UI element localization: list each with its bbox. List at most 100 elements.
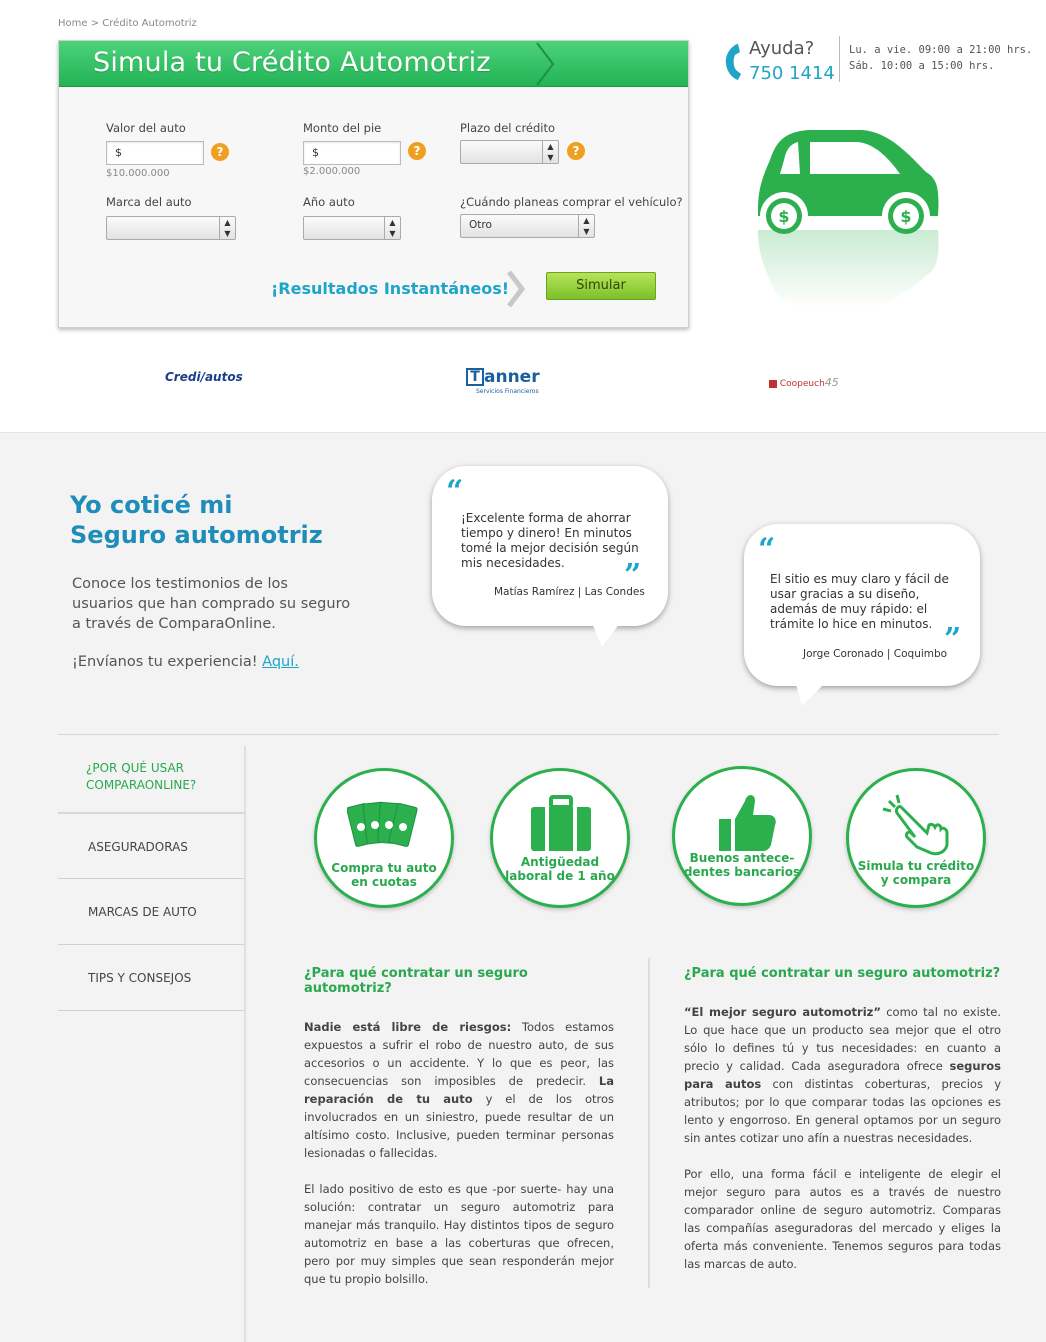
breadcrumb-home-link[interactable]: Home <box>58 18 88 29</box>
article-paragraph: Nadie está libre de riesgos: Todos estam… <box>304 1018 614 1162</box>
help-contact: Ayuda? 750 1414 Lu. a vie. 09:00 a 21:00… <box>723 36 1032 96</box>
feature-label-line1: Compra tu auto <box>331 861 437 875</box>
valor-label: Valor del auto <box>106 121 186 135</box>
sidebar-item-marcas[interactable]: MARCAS DE AUTO <box>58 878 244 944</box>
pie-hint: $2.000.000 <box>303 166 361 177</box>
article-heading: ¿Para qué contratar un seguro automotriz… <box>684 966 1001 981</box>
pie-label: Monto del pie <box>303 121 382 135</box>
feature-circle-simulate: Simula tu crédito y compara <box>846 768 986 908</box>
article-paragraph: El lado positivo de esto es que -por sue… <box>304 1182 614 1286</box>
anio-select[interactable]: ▲ ▼ <box>303 216 401 240</box>
tanner-logo[interactable]: Tanner Servicios Financieros <box>466 367 540 395</box>
feature-circle-bank-history: Buenos antece- dentes bancarios <box>672 766 812 906</box>
feature-label-line2: en cuotas <box>351 875 417 889</box>
coopeuch-mark-icon <box>769 379 777 388</box>
quote-open-icon: “ <box>758 532 776 567</box>
column-separator <box>648 958 650 1288</box>
coopeuch-logo[interactable]: Coopeuch45 <box>769 376 839 389</box>
sidebar-heading-line1: ¿POR QUÉ USAR <box>86 761 184 775</box>
testimonial-author: Matías Ramírez | Las Condes <box>494 586 645 598</box>
coopeuch-logo-text: Coopeuch <box>779 379 825 389</box>
feature-circle-installments: Compra tu auto en cuotas <box>314 768 454 908</box>
testimonial-bubble-2: “ El sitio es muy claro y fácil de usar … <box>744 524 980 686</box>
thumbs-up-icon <box>719 795 776 851</box>
testimonials-title-line2: Seguro automotriz <box>70 521 323 549</box>
bubble-tail <box>796 684 824 706</box>
feature-label-line1: Antigüedad <box>520 855 600 869</box>
sidebar-item-aseguradoras[interactable]: ASEGURADORAS <box>58 812 244 878</box>
svg-text:$: $ <box>778 207 789 226</box>
valor-help-icon[interactable]: ? <box>211 143 229 161</box>
testimonial-bubble-1: “ ¡Excelente forma de ahorrar tiempo y d… <box>432 466 668 626</box>
article-paragraph: “El mejor seguro automotriz” como tal no… <box>684 1003 1001 1147</box>
valor-hint: $10.000.000 <box>106 168 170 179</box>
cuando-label: ¿Cuándo planeas comprar el vehículo? <box>460 195 683 209</box>
instant-results-text: ¡Resultados Instantáneos! <box>271 279 510 298</box>
tanner-logo-subtitle: Servicios Financieros <box>476 388 539 395</box>
testimonial-text: ¡Excelente forma de ahorrar tiempo y din… <box>461 511 639 570</box>
sidebar-heading-line2: COMPARAONLINE? <box>86 778 197 792</box>
chevron-updown-icon: ▲ ▼ <box>542 141 558 163</box>
feature-label: Simula tu crédito y compara <box>849 859 983 887</box>
article-left: ¿Para qué contratar un seguro automotriz… <box>304 966 614 1288</box>
crediautos-logo[interactable]: Credi/autos <box>165 370 243 384</box>
header-arrow-icon <box>536 42 555 86</box>
top-section: Home > Crédito Automotriz Simula tu Créd… <box>0 0 1046 433</box>
plazo-label: Plazo del crédito <box>460 121 556 135</box>
feature-label-line2: dentes bancarios <box>683 865 801 879</box>
chevron-updown-icon: ▲ ▼ <box>384 217 400 239</box>
testimonial-text: El sitio es muy claro y fácil de usar gr… <box>770 572 949 631</box>
chevron-updown-icon: ▲ ▼ <box>578 215 594 237</box>
briefcase-icon <box>531 795 591 851</box>
svg-text:$: $ <box>900 207 911 226</box>
simulator-header: Simula tu Crédito Automotriz <box>59 41 688 87</box>
simulator-title: Simula tu Crédito Automotriz <box>93 47 491 78</box>
help-separator <box>839 36 840 82</box>
credit-simulator: Simula tu Crédito Automotriz Valor del a… <box>58 40 689 328</box>
feature-label: Compra tu auto en cuotas <box>317 861 451 889</box>
breadcrumb-separator: > <box>90 18 100 29</box>
help-title: Ayuda? <box>749 38 815 59</box>
help-phone-number[interactable]: 750 1414 <box>749 63 835 84</box>
testimonial-author: Jorge Coronado | Coquimbo <box>803 648 948 660</box>
sidebar-item-tips[interactable]: TIPS Y CONSEJOS <box>58 944 244 1010</box>
feature-label: Buenos antece- dentes bancarios <box>675 851 809 879</box>
pie-help-icon[interactable]: ? <box>408 142 426 160</box>
testimonials-title: Yo coticé mi Seguro automotriz <box>70 490 323 550</box>
anio-label: Año auto <box>303 195 355 209</box>
breadcrumb: Home > Crédito Automotriz <box>58 18 197 29</box>
crediautos-logo-text: Credi/autos <box>165 370 243 384</box>
testimonials-description: Conoce los testimonios de los usuarios q… <box>72 576 351 632</box>
marca-select[interactable]: ▲ ▼ <box>106 216 236 240</box>
article-right: ¿Para qué contratar un seguro automotriz… <box>684 966 1001 1273</box>
cuando-selected-value: Otro <box>469 219 492 231</box>
article-bold: Nadie está libre de riesgos: <box>304 1020 512 1034</box>
valor-input[interactable]: $ <box>106 141 204 165</box>
feature-label-line2: y compara <box>880 873 952 887</box>
quote-open-icon: “ <box>446 474 464 509</box>
cuando-select[interactable]: Otro ▲ ▼ <box>460 214 595 238</box>
plazo-select[interactable]: ▲ ▼ <box>460 140 559 164</box>
sidebar-bottom-border <box>58 1010 244 1011</box>
article-paragraph: Por ello, una forma fácil e inteligente … <box>684 1167 1001 1271</box>
simulate-button[interactable]: Simular <box>546 272 656 300</box>
breadcrumb-current: Crédito Automotriz <box>102 18 197 29</box>
pointer-hand-icon <box>882 794 949 856</box>
chevron-right-icon <box>507 270 526 308</box>
help-hours: Lu. a vie. 09:00 a 21:00 hrs. Sáb. 10:00… <box>849 44 1033 72</box>
testimonials-cta: ¡Envíanos tu experiencia! Aquí. <box>72 654 299 670</box>
tanner-logo-text: anner <box>484 367 540 387</box>
testimonials-cta-text: ¡Envíanos tu experiencia! <box>72 654 258 670</box>
feature-label-line1: Simula tu crédito <box>857 859 975 873</box>
testimonials-title-line1: Yo coticé mi <box>70 491 233 519</box>
money-bills-icon <box>347 801 418 847</box>
marca-label: Marca del auto <box>106 195 192 209</box>
feature-label-line2: laboral de 1 año <box>505 869 615 883</box>
sidebar-heading[interactable]: ¿POR QUÉ USAR COMPARAONLINE? <box>86 760 196 794</box>
pie-input[interactable]: $ <box>303 141 401 165</box>
plazo-help-icon[interactable]: ? <box>567 142 585 160</box>
testimonials-cta-link[interactable]: Aquí. <box>262 654 299 670</box>
chevron-updown-icon: ▲ ▼ <box>219 217 235 239</box>
feature-label: Antigüedad laboral de 1 año <box>493 855 627 883</box>
section-divider <box>58 734 999 735</box>
